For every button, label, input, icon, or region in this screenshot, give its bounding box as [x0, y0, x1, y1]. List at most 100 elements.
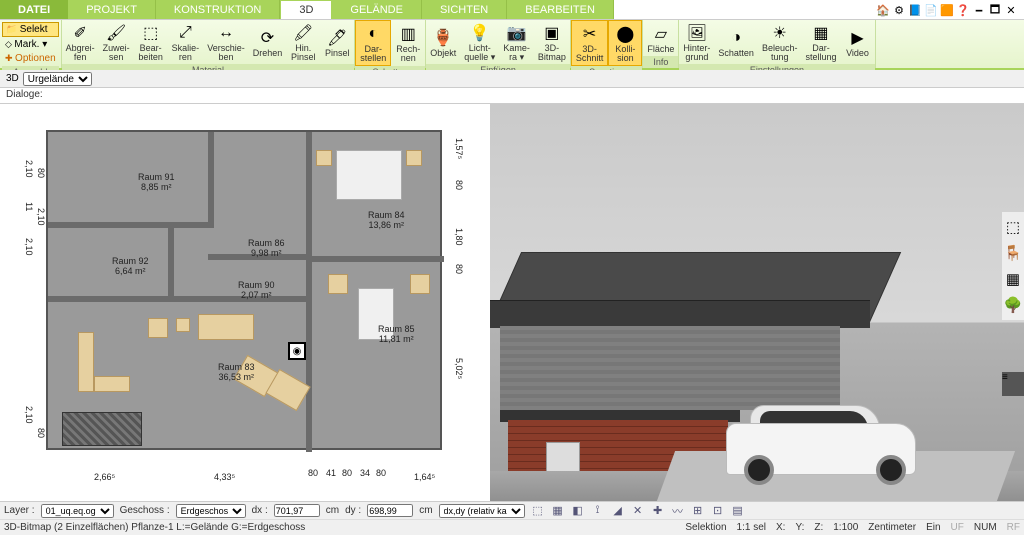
- sb-tool-icon[interactable]: ✚: [651, 504, 665, 518]
- ribbon-btn[interactable]: ↔Verschie-ben: [203, 20, 249, 64]
- tab-bearbeiten[interactable]: BEARBEITEN: [507, 0, 614, 19]
- ribbon-btn[interactable]: 📷Kame-ra ▾: [499, 20, 534, 64]
- right-tool-panel: ⬚ 🪑 ▦ 🌳: [1002, 212, 1024, 320]
- minimize-icon[interactable]: 🗕: [972, 3, 986, 17]
- tab-datei[interactable]: DATEI: [0, 0, 68, 19]
- dx-input[interactable]: [274, 504, 320, 517]
- y-label: Y:: [795, 522, 804, 533]
- selekt-button[interactable]: 📁 Selekt: [2, 22, 59, 37]
- dimension-label: 80: [342, 468, 352, 478]
- ribbon-icon: 🖍: [292, 22, 314, 44]
- wall: [48, 222, 208, 228]
- ribbon-btn[interactable]: ◑Schatten: [714, 20, 758, 64]
- ribbon-btn[interactable]: ▦Dar-stellung: [801, 20, 840, 64]
- ribbon-btn[interactable]: ☀Beleuch-tung: [758, 20, 802, 64]
- dimension-label: 41: [326, 468, 336, 478]
- dialoge-bar: Dialoge:: [0, 88, 1024, 104]
- unit-cm: cm: [419, 505, 432, 516]
- ribbon-btn[interactable]: ▥Rech-nen: [391, 20, 425, 66]
- nightstand: [316, 150, 332, 166]
- ribbon-btn[interactable]: ◐Dar-stellen: [355, 20, 391, 66]
- sb-tool-icon[interactable]: ◢: [611, 504, 625, 518]
- panel-tab-handle[interactable]: ≡: [1002, 372, 1024, 396]
- ribbon-icon: ▦: [810, 22, 832, 44]
- help-icon[interactable]: ❓: [956, 3, 970, 17]
- tab-konstruktion[interactable]: KONSTRUKTION: [156, 0, 280, 19]
- optionen-button[interactable]: ✚ Optionen: [2, 52, 59, 65]
- ribbon-btn[interactable]: ⬤Kolli-sion: [608, 20, 642, 66]
- ribbon-btn[interactable]: ✂3D-Schnitt: [571, 20, 609, 66]
- tab-sichten[interactable]: SICHTEN: [422, 0, 507, 19]
- menu-tabs: DATEI PROJEKT KONSTRUKTION 3D GELÄNDE SI…: [0, 0, 1024, 20]
- home-icon[interactable]: 🏠: [876, 3, 890, 17]
- ribbon-icon: ▱: [650, 23, 672, 45]
- dimension-label: 2,10: [36, 208, 46, 226]
- wall: [208, 132, 214, 228]
- furniture-icon[interactable]: 🪑: [1004, 244, 1023, 262]
- ribbon-icon: 📷: [506, 22, 528, 44]
- z-label: Z:: [814, 522, 823, 533]
- gear-icon[interactable]: ⚙: [892, 3, 906, 17]
- ribbon-group-schatten: ◐Dar-stellen▥Rech-nenSchatten: [355, 20, 426, 68]
- sb-tool-icon[interactable]: ▤: [731, 504, 745, 518]
- sb-tool-icon[interactable]: ⊞: [691, 504, 705, 518]
- ribbon-group-sonstige: ✂3D-Schnitt⬤Kolli-sionSonstige: [571, 20, 644, 68]
- room-label: Raum 8336,53 m²: [218, 362, 255, 382]
- layer-select[interactable]: 01_uq.eq.og: [41, 504, 114, 518]
- sb-tool-icon[interactable]: ✕: [631, 504, 645, 518]
- ribbon-group-einfügen: 🏺Objekt💡Licht-quelle ▾📷Kame-ra ▾▣3D-Bitm…: [426, 20, 571, 68]
- ribbon-btn[interactable]: 💡Licht-quelle ▾: [460, 20, 499, 64]
- mark-button[interactable]: ◇ Mark. ▾: [2, 38, 59, 51]
- tab-gelaende[interactable]: GELÄNDE: [332, 0, 422, 19]
- coord-mode-select[interactable]: dx,dy (relativ ka: [439, 504, 525, 518]
- plant-icon[interactable]: 🌳: [1004, 296, 1023, 314]
- sb-tool-icon[interactable]: ⊡: [711, 504, 725, 518]
- ribbon-btn[interactable]: 🖍Hin.Pinsel: [286, 20, 320, 64]
- rf-label: RF: [1007, 522, 1020, 533]
- terrain-select[interactable]: Urgelände: [23, 72, 92, 86]
- x-label: X:: [776, 522, 785, 533]
- ribbon-btn[interactable]: ▣3D-Bitmap: [534, 20, 570, 64]
- page-icon[interactable]: 📄: [924, 3, 938, 17]
- ribbon-btn[interactable]: 🖌Zuwei-sen: [99, 20, 134, 64]
- room-label: Raum 869,98 m²: [248, 238, 285, 258]
- ribbon-btn[interactable]: 🖼Hinter-grund: [679, 20, 714, 64]
- dy-input[interactable]: [367, 504, 413, 517]
- ribbon-btn[interactable]: 🖊Pinsel: [320, 20, 354, 64]
- tab-projekt[interactable]: PROJEKT: [68, 0, 156, 19]
- sofa: [198, 314, 254, 340]
- view3d-panel[interactable]: [490, 104, 1024, 501]
- armchair: [148, 318, 168, 338]
- maximize-icon[interactable]: 🗖: [988, 3, 1002, 17]
- sb-tool-icon[interactable]: ⬚: [531, 504, 545, 518]
- ribbon-btn[interactable]: 🏺Objekt: [426, 20, 460, 64]
- ribbon-btn[interactable]: ▱Fläche: [643, 20, 678, 56]
- sb-tool-icon[interactable]: ⟟: [591, 504, 605, 518]
- dimension-label: 2,10: [24, 406, 34, 424]
- ribbon-icon: ▣: [541, 22, 563, 44]
- ribbon-btn[interactable]: ⟳Drehen: [249, 20, 287, 64]
- uf-label: UF: [951, 522, 964, 533]
- ribbon-btn[interactable]: ✐Abgrei-fen: [62, 20, 99, 64]
- ribbon-btn[interactable]: ⤢Skalie-ren: [168, 20, 204, 64]
- status-bar-2: 3D-Bitmap (2 Einzelflächen) Pflanze-1 L:…: [0, 519, 1024, 535]
- desk: [410, 274, 430, 294]
- ribbon-btn[interactable]: ▶Video: [841, 20, 875, 64]
- floorplan-panel[interactable]: ◉ Raum 918,85 m²Raum 926,64 m²Raum 869,9…: [0, 104, 490, 501]
- square-icon[interactable]: 🟧: [940, 3, 954, 17]
- room-label: Raum 926,64 m²: [112, 256, 149, 276]
- upper-floor-wall: [500, 326, 840, 410]
- book-icon[interactable]: 📘: [908, 3, 922, 17]
- ribbon-btn-label: 3D-Schnitt: [576, 45, 604, 63]
- tab-3d[interactable]: 3D: [280, 0, 332, 19]
- ribbon-btn[interactable]: ⬚Bear-beiten: [134, 20, 168, 64]
- materials-icon[interactable]: ▦: [1006, 270, 1020, 288]
- sb-tool-icon[interactable]: 〰: [671, 504, 685, 518]
- geschoss-select[interactable]: Erdgeschos: [176, 504, 246, 518]
- sb-tool-icon[interactable]: ▦: [551, 504, 565, 518]
- sb-tool-icon[interactable]: ◧: [571, 504, 585, 518]
- status-info: 3D-Bitmap (2 Einzelflächen) Pflanze-1 L:…: [4, 522, 305, 533]
- close-icon[interactable]: ✕: [1004, 3, 1018, 17]
- selection-marker[interactable]: ◉: [288, 342, 306, 360]
- layers-icon[interactable]: ⬚: [1006, 218, 1020, 236]
